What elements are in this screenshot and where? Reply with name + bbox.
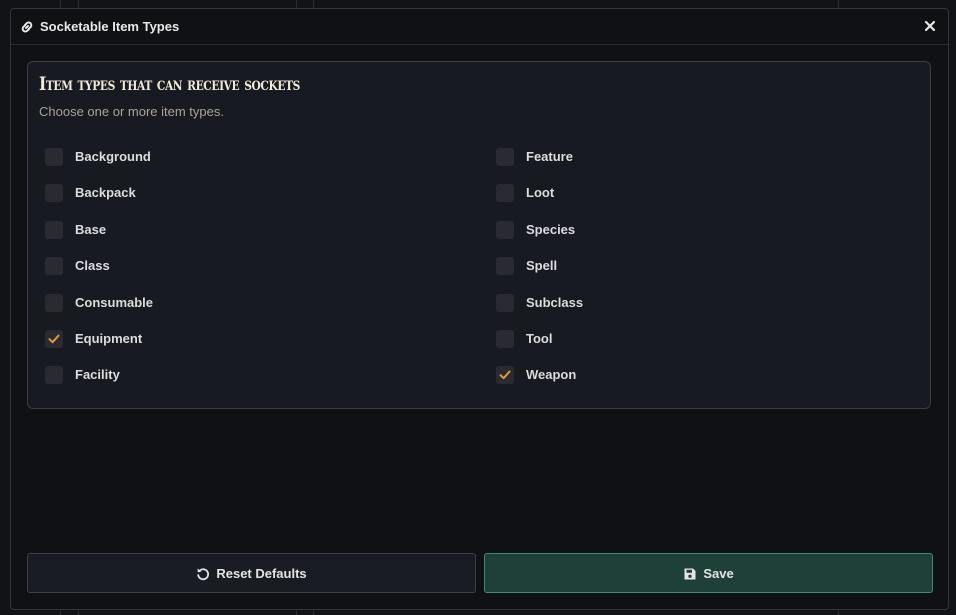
item-type-label: Loot (526, 185, 555, 201)
item-type-label: Feature (526, 149, 573, 164)
options-left-column: Background Backpack Base Class Consumable Equ… (45, 146, 465, 401)
checkbox[interactable] (496, 257, 514, 276)
link-icon (19, 19, 35, 35)
panel-subtitle: Choose one or more item types. (39, 104, 224, 119)
item-type-label: Tool (526, 330, 553, 346)
item-type-label: Backpack (75, 185, 136, 201)
reset-defaults-label: Reset Defaults (216, 565, 307, 581)
item-type-label: Consumable (75, 294, 154, 310)
checkbox[interactable] (496, 366, 514, 385)
item-type-label: Weapon (526, 367, 577, 383)
item-type-label: Base (75, 221, 107, 237)
checkbox[interactable] (45, 220, 63, 239)
item-type-option[interactable]: Loot (496, 182, 916, 218)
undo-icon (196, 566, 210, 581)
save-button[interactable]: Save (484, 553, 933, 593)
checkbox[interactable] (496, 220, 514, 239)
item-type-option[interactable]: Spell (496, 255, 916, 291)
item-type-label: Subclass (526, 294, 584, 310)
item-type-label: Spell (526, 258, 558, 274)
item-type-label: Equipment (75, 330, 143, 346)
item-type-option[interactable]: Weapon (496, 364, 916, 400)
checkbox[interactable] (496, 148, 514, 166)
checkbox[interactable] (496, 329, 514, 348)
item-type-option[interactable]: Facility (45, 364, 465, 400)
dialog-title: Socketable Item Types (40, 19, 180, 34)
socketable-item-types-dialog: Socketable Item Types Item types that ca… (10, 8, 949, 610)
checkbox[interactable] (45, 293, 63, 312)
item-type-label: Background (75, 149, 151, 164)
floppy-disk-icon (683, 566, 697, 580)
checkbox[interactable] (496, 184, 514, 203)
checkbox[interactable] (45, 257, 63, 276)
checkbox[interactable] (496, 293, 514, 312)
checkmark-icon (48, 334, 60, 344)
item-type-label: Class (75, 258, 110, 274)
item-type-option[interactable]: Class (45, 255, 465, 291)
checkbox[interactable] (45, 184, 63, 203)
item-types-panel: Item types that can receive sockets Choo… (27, 61, 931, 409)
save-label: Save (703, 565, 734, 581)
reset-defaults-button[interactable]: Reset Defaults (27, 553, 476, 593)
item-type-option[interactable]: Subclass (496, 292, 916, 328)
checkbox[interactable] (45, 148, 63, 166)
close-icon (924, 20, 936, 32)
item-type-option[interactable]: Equipment (45, 328, 465, 364)
item-type-option[interactable]: Tool (496, 328, 916, 364)
item-type-option[interactable]: Species (496, 219, 916, 255)
item-type-label: Facility (75, 367, 120, 383)
checkbox[interactable] (45, 329, 63, 348)
options-right-column: Feature Loot Species Spell Subclass Tool Weapo… (496, 146, 916, 401)
item-type-option[interactable]: Backpack (45, 182, 465, 218)
item-type-option[interactable]: Feature (496, 146, 916, 182)
item-type-label: Species (526, 221, 576, 237)
close-button[interactable] (922, 18, 938, 34)
checkmark-icon (499, 370, 511, 380)
checkbox[interactable] (45, 366, 63, 385)
item-type-option[interactable]: Background (45, 146, 465, 182)
item-type-option[interactable]: Base (45, 219, 465, 255)
panel-heading: Item types that can receive sockets (39, 73, 300, 95)
item-type-option[interactable]: Consumable (45, 292, 465, 328)
dialog-titlebar: Socketable Item Types (11, 9, 948, 45)
